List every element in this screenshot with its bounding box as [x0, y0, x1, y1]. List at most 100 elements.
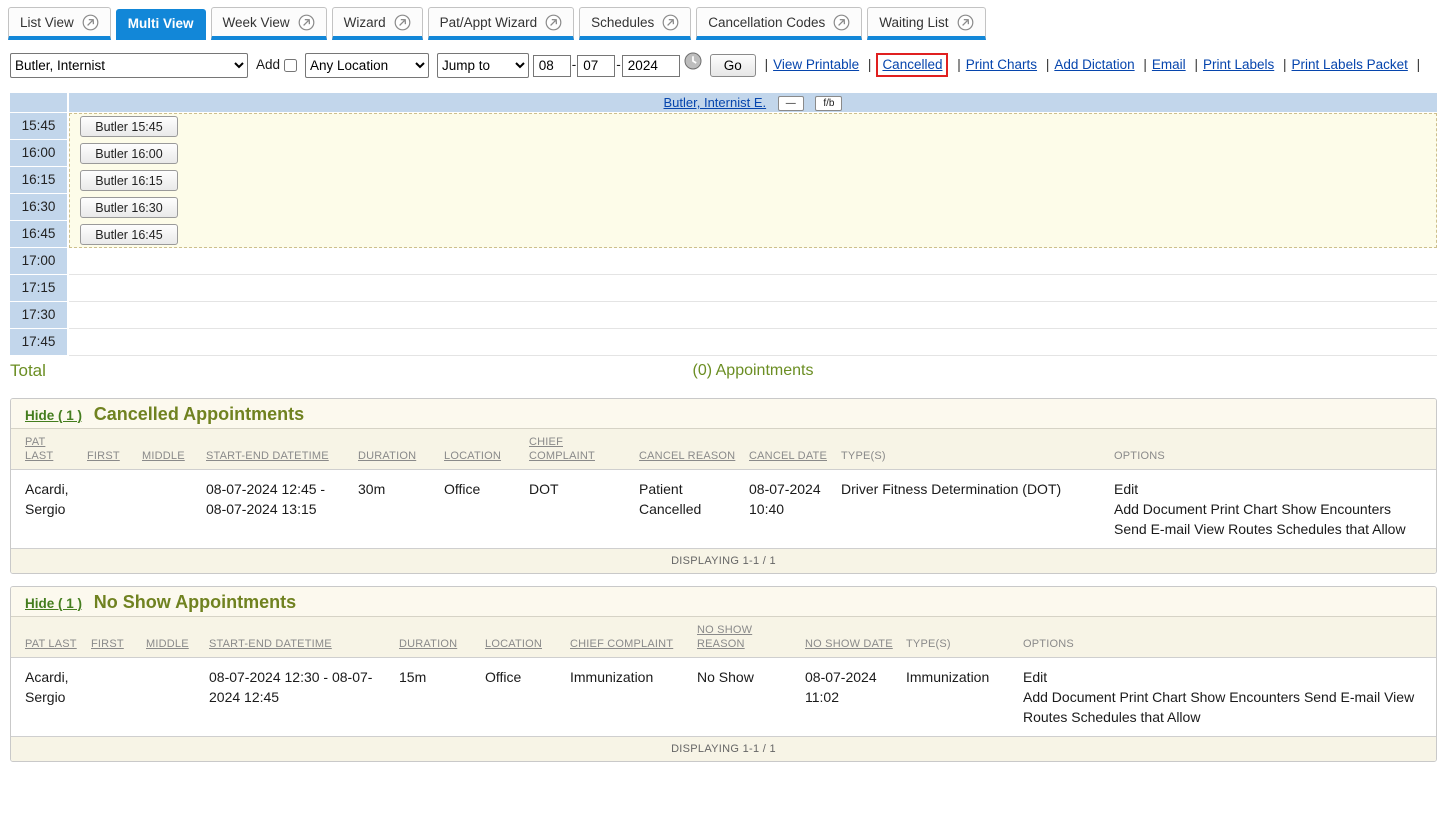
- col-pat-last: PAT LAST: [11, 429, 85, 470]
- open-new-window-icon[interactable]: [662, 14, 679, 31]
- sort-middle-link[interactable]: MIDDLE: [142, 450, 185, 462]
- tab-week-view[interactable]: Week View: [211, 7, 327, 40]
- jump-to-select[interactable]: Jump to: [437, 53, 529, 78]
- col-duration: DURATION: [356, 429, 442, 470]
- add-label: Add: [256, 57, 280, 72]
- sort-first-link[interactable]: FIRST: [87, 450, 120, 462]
- hide-no-show-link[interactable]: Hide ( 1 ): [25, 596, 82, 611]
- tab-label: Pat/Appt Wizard: [440, 15, 538, 30]
- edit-link[interactable]: Edit: [1023, 669, 1047, 685]
- displaying-count: DISPLAYING 1-1 / 1: [11, 548, 1436, 573]
- tab-label: List View: [20, 15, 74, 30]
- open-new-window-icon[interactable]: [298, 14, 315, 31]
- sort-start-end-link[interactable]: START-END DATETIME: [209, 638, 332, 650]
- print-labels-link[interactable]: Print Labels: [1203, 57, 1274, 72]
- add-document-link[interactable]: Add Document: [1023, 689, 1116, 705]
- sort-start-end-link[interactable]: START-END DATETIME: [206, 450, 329, 462]
- sort-cancel-date-link[interactable]: CANCEL DATE: [749, 450, 827, 462]
- col-location: LOCATION: [442, 429, 527, 470]
- col-first: FIRST: [89, 617, 144, 658]
- send-email-link[interactable]: Send E-mail: [1114, 521, 1190, 537]
- grid-row-divider: [69, 328, 1437, 329]
- slot-button[interactable]: Butler 16:00: [80, 143, 178, 164]
- cell-location: Office: [442, 470, 527, 549]
- sort-location-link[interactable]: LOCATION: [444, 450, 501, 462]
- provider-header-link[interactable]: Butler, Internist E.: [664, 95, 767, 110]
- tab-pat-appt-wizard[interactable]: Pat/Appt Wizard: [428, 7, 575, 40]
- print-labels-packet-link[interactable]: Print Labels Packet: [1292, 57, 1408, 72]
- show-encounters-link[interactable]: Show Encounters: [1190, 689, 1300, 705]
- hide-cancelled-link[interactable]: Hide ( 1 ): [25, 408, 82, 423]
- cell-first: [89, 658, 144, 737]
- sort-no-show-reason-link[interactable]: NO SHOW REASON: [697, 624, 752, 650]
- sort-chief-complaint-link[interactable]: CHIEF COMPLAINT: [570, 638, 673, 650]
- separator: |: [1046, 57, 1050, 72]
- date-year-input[interactable]: [622, 55, 680, 77]
- sort-duration-link[interactable]: DURATION: [358, 450, 416, 462]
- view-routes-link[interactable]: View Routes: [1194, 521, 1272, 537]
- sort-location-link[interactable]: LOCATION: [485, 638, 542, 650]
- email-link[interactable]: Email: [1152, 57, 1186, 72]
- tab-schedules[interactable]: Schedules: [579, 7, 691, 40]
- cell-pat-last: Acardi, Sergio: [11, 470, 85, 549]
- separator: |: [765, 57, 769, 72]
- collapse-column-button[interactable]: —: [778, 96, 804, 111]
- add-document-link[interactable]: Add Document: [1114, 501, 1207, 517]
- tab-list-view[interactable]: List View: [8, 7, 111, 40]
- location-select[interactable]: Any Location: [305, 53, 429, 78]
- sort-duration-link[interactable]: DURATION: [399, 638, 457, 650]
- view-printable-link[interactable]: View Printable: [773, 57, 859, 72]
- sort-middle-link[interactable]: MIDDLE: [146, 638, 189, 650]
- sort-first-link[interactable]: FIRST: [91, 638, 124, 650]
- cancelled-section-title: Cancelled Appointments: [94, 404, 304, 424]
- slot-button[interactable]: Butler 16:45: [80, 224, 178, 245]
- tab-wizard[interactable]: Wizard: [332, 7, 423, 40]
- cancelled-table-header-row: PAT LAST FIRST MIDDLE START-END DATETIME…: [11, 429, 1436, 470]
- time-column: 15:45 16:00 16:15 16:30 16:45 17:00 17:1…: [10, 113, 67, 356]
- separator: |: [1283, 57, 1287, 72]
- tab-cancellation-codes[interactable]: Cancellation Codes: [696, 7, 862, 40]
- print-charts-link[interactable]: Print Charts: [966, 57, 1037, 72]
- available-slot-region[interactable]: Butler 15:45 Butler 16:00 Butler 16:15 B…: [69, 113, 1437, 248]
- cell-chief-complaint: Immunization: [568, 658, 695, 737]
- open-new-window-icon[interactable]: [394, 14, 411, 31]
- edit-link[interactable]: Edit: [1114, 481, 1138, 497]
- cancelled-link[interactable]: Cancelled: [882, 57, 942, 72]
- date-day-input[interactable]: [577, 55, 615, 77]
- tab-label: Week View: [223, 15, 290, 30]
- time-label: 16:30: [10, 194, 67, 220]
- schedules-that-allow-link[interactable]: Schedules that Allow: [1276, 521, 1405, 537]
- cancelled-section-header: Hide ( 1 ) Cancelled Appointments: [11, 399, 1436, 428]
- sort-pat-last-link[interactable]: PAT LAST: [25, 436, 53, 462]
- provider-select[interactable]: Butler, Internist: [10, 53, 248, 78]
- slot-button[interactable]: Butler 15:45: [80, 116, 178, 137]
- show-encounters-link[interactable]: Show Encounters: [1281, 501, 1391, 517]
- cell-cancel-reason: Patient Cancelled: [637, 470, 747, 549]
- send-email-link[interactable]: Send E-mail: [1304, 689, 1380, 705]
- tab-multi-view[interactable]: Multi View: [116, 9, 206, 40]
- col-cancel-date: CANCEL DATE: [747, 429, 839, 470]
- go-button[interactable]: Go: [710, 54, 756, 77]
- time-label: 16:45: [10, 221, 67, 247]
- date-month-input[interactable]: [533, 55, 571, 77]
- time-label: 16:00: [10, 140, 67, 166]
- tab-waiting-list[interactable]: Waiting List: [867, 7, 985, 40]
- slot-button[interactable]: Butler 16:30: [80, 197, 178, 218]
- add-dictation-link[interactable]: Add Dictation: [1054, 57, 1134, 72]
- sort-cancel-reason-link[interactable]: CANCEL REASON: [639, 450, 735, 462]
- schedules-that-allow-link[interactable]: Schedules that Allow: [1071, 709, 1200, 725]
- clock-icon[interactable]: [684, 52, 702, 79]
- fb-button[interactable]: f/b: [815, 96, 842, 111]
- open-new-window-icon[interactable]: [957, 14, 974, 31]
- sort-chief-complaint-link[interactable]: CHIEF COMPLAINT: [529, 436, 595, 462]
- sort-pat-last-link[interactable]: PAT LAST: [25, 638, 77, 650]
- col-start-end: START-END DATETIME: [204, 429, 356, 470]
- open-new-window-icon[interactable]: [833, 14, 850, 31]
- print-chart-link[interactable]: Print Chart: [1120, 689, 1187, 705]
- open-new-window-icon[interactable]: [82, 14, 99, 31]
- slot-button[interactable]: Butler 16:15: [80, 170, 178, 191]
- print-chart-link[interactable]: Print Chart: [1211, 501, 1278, 517]
- add-checkbox[interactable]: [284, 59, 297, 72]
- open-new-window-icon[interactable]: [545, 14, 562, 31]
- sort-no-show-date-link[interactable]: NO SHOW DATE: [805, 638, 893, 650]
